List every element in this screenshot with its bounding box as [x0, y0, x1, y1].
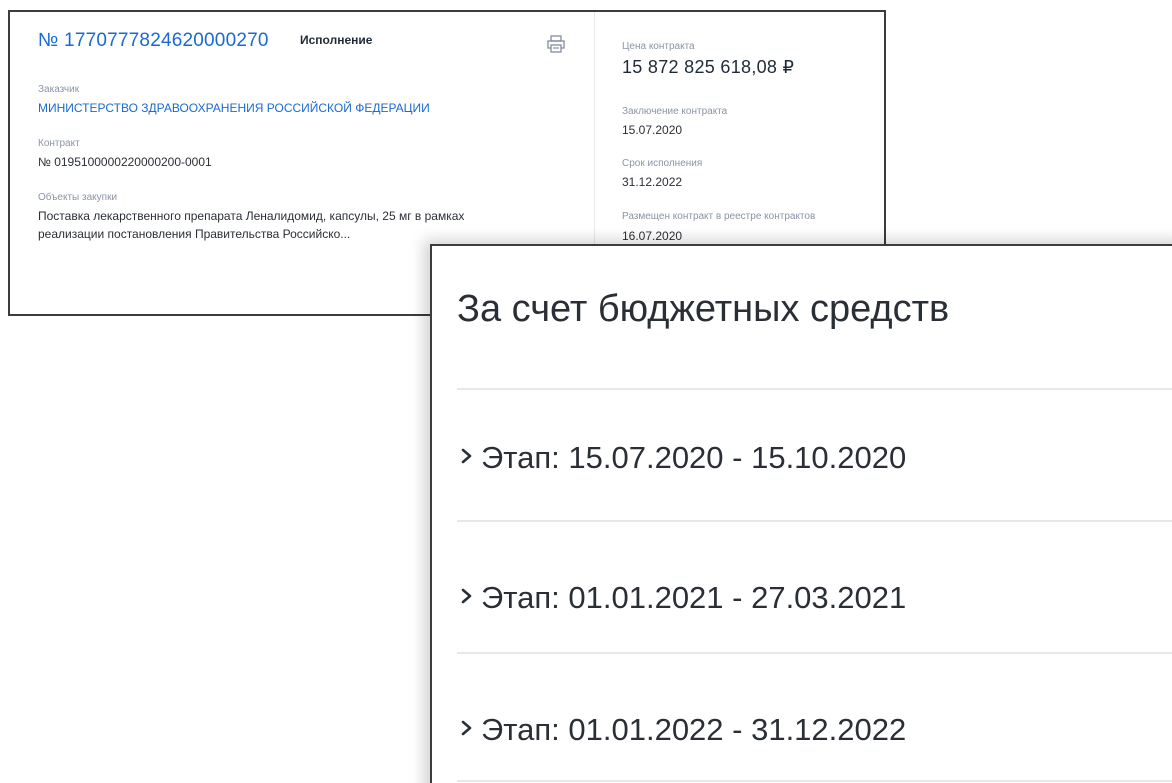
- divider: [457, 780, 1172, 782]
- stage-label: Этап: 01.01.2022 - 31.12.2022: [481, 712, 907, 747]
- screenshot-stage: № 1770777824620000270 Исполнение Заказчи…: [0, 0, 1172, 783]
- stage-label: Этап: 01.01.2021 - 27.03.2021: [481, 580, 907, 615]
- stage-row-2[interactable]: Этап: 01.01.2021 - 27.03.2021: [457, 568, 1172, 628]
- customer-link[interactable]: МИНИСТЕРСТВО ЗДРАВООХРАНЕНИЯ РОССИЙСКОЙ …: [38, 101, 430, 115]
- deadline-label: Срок исполнения: [622, 158, 703, 169]
- chevron-right-icon: [461, 720, 472, 736]
- chevron-right-icon: [461, 588, 472, 604]
- contract-label: Контракт: [38, 138, 80, 149]
- conclusion-label: Заключение контракта: [622, 106, 728, 117]
- stage-row-1[interactable]: Этап: 15.07.2020 - 15.10.2020: [457, 428, 1172, 488]
- divider: [457, 652, 1172, 654]
- divider: [457, 520, 1172, 522]
- price-label: Цена контракта: [622, 41, 695, 52]
- contract-number-link[interactable]: № 1770777824620000270: [38, 30, 269, 52]
- registry-label: Размещен контракт в реестре контрактов: [622, 211, 816, 222]
- customer-label: Заказчик: [38, 84, 80, 95]
- contract-registry-number: № 0195100000220000200-0001: [38, 155, 212, 169]
- registry-date: 16.07.2020: [622, 229, 683, 243]
- contract-status: Исполнение: [300, 33, 373, 47]
- contract-price: 15 872 825 618,08 ₽: [622, 57, 795, 77]
- printer-icon[interactable]: [546, 34, 566, 54]
- purchase-objects-line-2: реализации постановления Правительства Р…: [38, 227, 351, 241]
- conclusion-date: 15.07.2020: [622, 123, 683, 137]
- stage-row-3[interactable]: Этап: 01.01.2022 - 31.12.2022: [457, 700, 1172, 760]
- deadline-date: 31.12.2022: [622, 175, 683, 189]
- chevron-right-icon: [461, 448, 472, 464]
- stage-label: Этап: 15.07.2020 - 15.10.2020: [481, 440, 907, 475]
- finance-panel: За счет бюджетных средств Этап: 15.07.20…: [430, 244, 1172, 783]
- purchase-objects-line-1: Поставка лекарственного препарата Ленали…: [38, 209, 465, 223]
- customer-value[interactable]: МИНИСТЕРСТВО ЗДРАВООХРАНЕНИЯ РОССИЙСКОЙ …: [38, 100, 430, 117]
- divider: [457, 388, 1172, 390]
- panel-title: За счет бюджетных средств: [457, 288, 950, 330]
- purchase-objects-label: Объекты закупки: [38, 192, 118, 203]
